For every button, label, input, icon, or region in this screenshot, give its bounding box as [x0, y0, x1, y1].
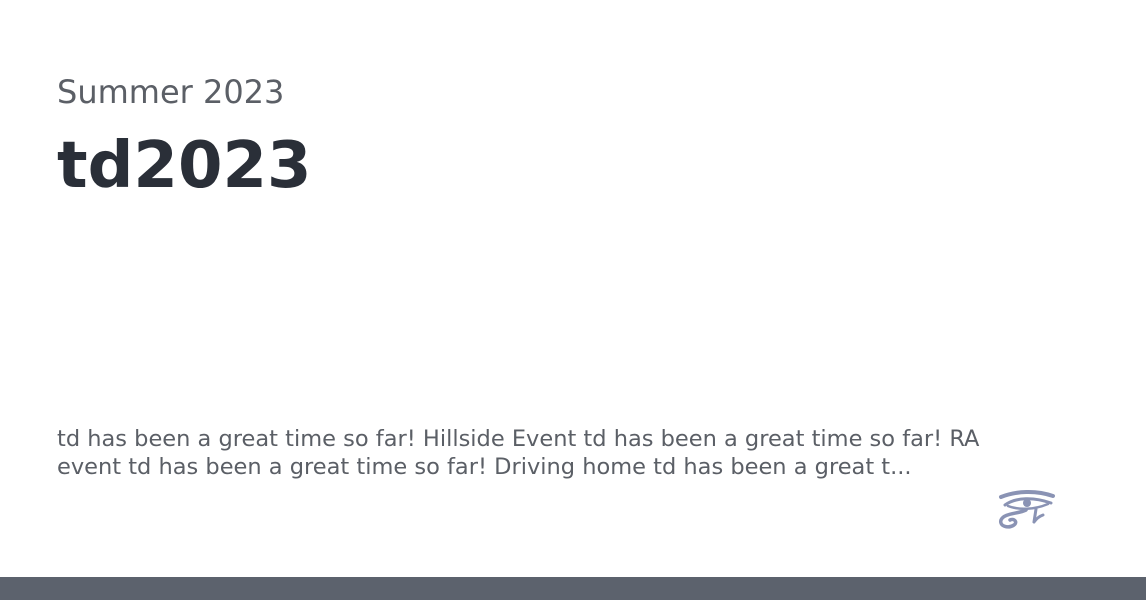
- footer-bar: [0, 577, 1146, 600]
- eye-of-horus-icon: [999, 490, 1055, 529]
- card-subtitle: Summer 2023: [57, 73, 285, 111]
- preview-card: Summer 2023 td2023 td has been a great t…: [0, 0, 1146, 600]
- card-title: td2023: [57, 129, 312, 203]
- card-description: td has been a great time so far! Hillsid…: [57, 426, 980, 480]
